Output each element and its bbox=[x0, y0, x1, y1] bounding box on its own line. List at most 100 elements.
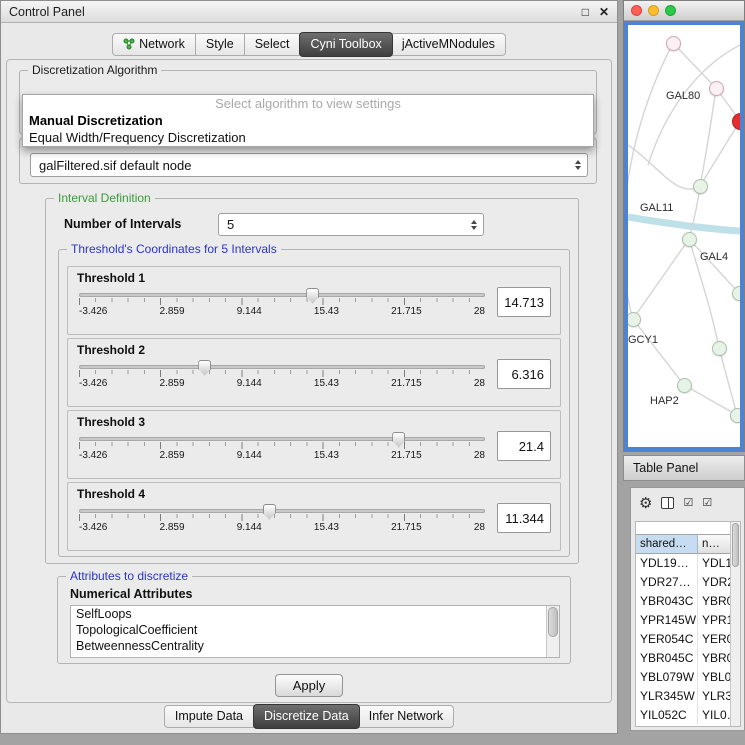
scale-label: -3.426 bbox=[79, 450, 107, 461]
table-cell[interactable]: YDL19… bbox=[636, 554, 698, 573]
network-node[interactable] bbox=[666, 36, 681, 51]
tab-style[interactable]: Style bbox=[196, 33, 245, 56]
table-cell[interactable]: YBL0… bbox=[698, 668, 730, 687]
column-header-shared-name[interactable]: shared… bbox=[636, 534, 698, 554]
number-of-intervals-combobox[interactable]: 5 bbox=[218, 213, 484, 236]
table-row[interactable]: YPR145W YPR1… bbox=[636, 611, 730, 630]
table-cell[interactable]: YER0… bbox=[698, 630, 730, 649]
scale-label: 9.144 bbox=[237, 450, 262, 461]
network-node[interactable] bbox=[709, 81, 724, 96]
network-node[interactable] bbox=[682, 232, 697, 247]
tab-jactivemnodules[interactable]: jActiveMNodules bbox=[392, 33, 506, 56]
network-canvas[interactable]: GAL80 GAL11 GAL4 GCY1 HAP2 bbox=[624, 21, 744, 451]
table-cell[interactable]: YBR0… bbox=[698, 592, 730, 611]
table-cell[interactable]: YER054C bbox=[636, 630, 698, 649]
close-window-icon[interactable]: ✕ bbox=[599, 5, 609, 19]
tab-select[interactable]: Select bbox=[245, 33, 301, 56]
table-row[interactable]: YIL052C YIL0… bbox=[636, 706, 730, 725]
list-item[interactable]: BetweennessCentrality bbox=[71, 638, 559, 654]
tab-impute-data[interactable]: Impute Data bbox=[164, 705, 254, 728]
network-view-window: GAL80 GAL11 GAL4 GCY1 HAP2 bbox=[623, 0, 745, 452]
dropdown-item-manual-discretization[interactable]: Manual Discretization bbox=[23, 112, 593, 129]
scrollbar-thumb[interactable] bbox=[732, 523, 739, 567]
zoom-button[interactable] bbox=[665, 5, 676, 16]
table-row[interactable]: YBL079W YBL0… bbox=[636, 668, 730, 687]
scrollbar-thumb[interactable] bbox=[548, 607, 558, 637]
network-node[interactable] bbox=[732, 286, 744, 301]
network-node[interactable] bbox=[677, 378, 692, 393]
table-cell[interactable]: YDR2… bbox=[698, 573, 730, 592]
table-row[interactable]: YER054C YER0… bbox=[636, 630, 730, 649]
tab-infer-network[interactable]: Infer Network bbox=[359, 705, 454, 728]
threshold-2-value-input[interactable] bbox=[497, 359, 551, 389]
list-item[interactable]: SelfLoops bbox=[71, 606, 559, 622]
table-cell[interactable]: YLR3… bbox=[698, 687, 730, 706]
apply-button[interactable]: Apply bbox=[275, 674, 343, 697]
columns-icon[interactable] bbox=[661, 497, 674, 509]
list-item[interactable]: TopologicalCoefficient bbox=[71, 622, 559, 638]
minimize-button[interactable] bbox=[648, 5, 659, 16]
scale-label: 2.859 bbox=[160, 306, 185, 317]
network-node[interactable] bbox=[712, 341, 727, 356]
tab-cyni-toolbox[interactable]: Cyni Toolbox bbox=[299, 32, 392, 57]
gear-icon[interactable]: ⚙ bbox=[639, 496, 652, 511]
table-cell[interactable]: YIL052C bbox=[636, 706, 698, 725]
threshold-3-slider[interactable] bbox=[79, 437, 485, 441]
scale-label: 2.859 bbox=[160, 378, 185, 389]
slider-ticks bbox=[79, 514, 485, 522]
table-row[interactable]: YBR045C YBR0… bbox=[636, 649, 730, 668]
float-window-icon[interactable]: □ bbox=[582, 5, 589, 19]
table-cell[interactable]: YPR145W bbox=[636, 611, 698, 630]
table-header-row: shared… n… bbox=[636, 534, 730, 554]
table-row[interactable]: YDR27… YDR2… bbox=[636, 573, 730, 592]
attributes-to-discretize-group: Attributes to discretize Numerical Attri… bbox=[57, 576, 571, 664]
table-cell[interactable]: YIL0… bbox=[698, 706, 730, 725]
tab-network[interactable]: Network bbox=[112, 33, 196, 56]
network-node-selected[interactable] bbox=[732, 113, 744, 130]
network-node[interactable] bbox=[730, 408, 744, 423]
close-button[interactable] bbox=[631, 5, 642, 16]
table-data-combobox[interactable]: galFiltered.sif default node bbox=[30, 153, 588, 177]
table-row[interactable]: YDL19… YDL1… bbox=[636, 554, 730, 573]
table-row[interactable]: YBR043C YBR0… bbox=[636, 592, 730, 611]
table-cell[interactable]: YPR1… bbox=[698, 611, 730, 630]
slider-scale: -3.426 2.859 9.144 15.43 21.715 28 bbox=[79, 306, 485, 317]
dropdown-item-placeholder[interactable]: Select algorithm to view settings bbox=[23, 95, 593, 112]
select-none-icon[interactable]: ☑ bbox=[702, 498, 712, 509]
list-scrollbar[interactable] bbox=[546, 606, 559, 657]
table-scrollbar[interactable] bbox=[730, 522, 740, 726]
threshold-1-slider[interactable] bbox=[79, 293, 485, 297]
table-cell[interactable]: YDL1… bbox=[698, 554, 730, 573]
tab-discretize-data[interactable]: Discretize Data bbox=[253, 704, 360, 729]
scale-label: 21.715 bbox=[391, 306, 422, 317]
threshold-2-slider[interactable] bbox=[79, 365, 485, 369]
dropdown-item-equal-width-frequency[interactable]: Equal Width/Frequency Discretization bbox=[23, 129, 593, 146]
table-row[interactable]: YLR345W YLR3… bbox=[636, 687, 730, 706]
select-all-icon[interactable]: ☑ bbox=[683, 498, 693, 509]
tab-label: Discretize Data bbox=[264, 709, 349, 723]
table-cell[interactable]: YBR0… bbox=[698, 649, 730, 668]
scale-label: 21.715 bbox=[391, 450, 422, 461]
scale-label: 15.43 bbox=[314, 378, 339, 389]
network-node[interactable] bbox=[626, 312, 641, 327]
threshold-4-value-input[interactable] bbox=[497, 503, 551, 533]
network-tab-icon bbox=[123, 38, 135, 50]
tab-label: Cyni Toolbox bbox=[310, 37, 381, 51]
table-cell[interactable]: YBL079W bbox=[636, 668, 698, 687]
control-panel-titlebar: Control Panel □ ✕ bbox=[1, 1, 617, 23]
threshold-label: Threshold 2 bbox=[77, 343, 551, 357]
threshold-4-slider[interactable] bbox=[79, 509, 485, 513]
table-cell[interactable]: YBR045C bbox=[636, 649, 698, 668]
scale-label: 9.144 bbox=[237, 306, 262, 317]
node-label: GAL80 bbox=[666, 90, 700, 102]
threshold-1-value-input[interactable] bbox=[497, 287, 551, 317]
table-cell[interactable]: YLR345W bbox=[636, 687, 698, 706]
threshold-3-value-input[interactable] bbox=[497, 431, 551, 461]
table-cell[interactable]: YDR27… bbox=[636, 573, 698, 592]
discretization-algorithm-group: Discretization Algorithm Select algorith… bbox=[19, 70, 597, 134]
network-node[interactable] bbox=[693, 179, 708, 194]
column-header-name[interactable]: n… bbox=[698, 534, 730, 554]
scale-label: 15.43 bbox=[314, 522, 339, 533]
table-cell[interactable]: YBR043C bbox=[636, 592, 698, 611]
window-title: Control Panel bbox=[9, 5, 572, 19]
